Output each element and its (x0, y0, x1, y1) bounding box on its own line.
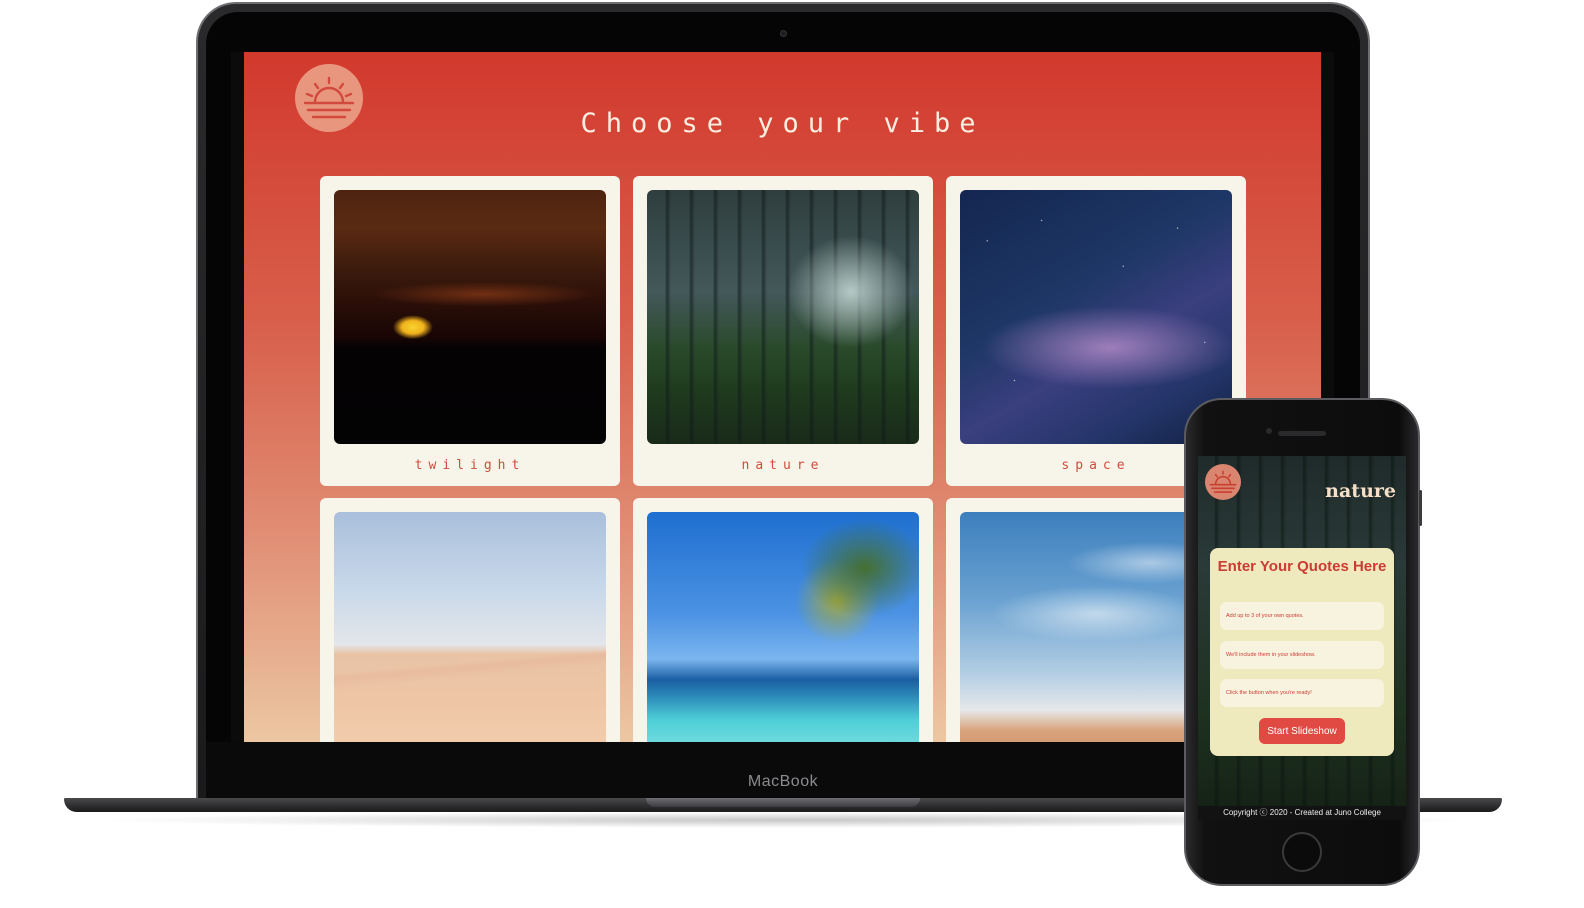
laptop-notch (646, 798, 920, 807)
laptop-camera (780, 30, 787, 37)
phone-side-button (1419, 490, 1422, 526)
beach-photo (647, 512, 919, 742)
quote-form: Enter Your Quotes Here Start Slideshow (1210, 548, 1394, 756)
start-slideshow-button[interactable]: Start Slideshow (1259, 718, 1345, 744)
vibe-card-desert[interactable] (320, 498, 620, 742)
phone-speaker (1278, 431, 1326, 436)
phone-camera (1266, 428, 1272, 434)
vibe-label: twilight (414, 458, 526, 473)
phone-home-button (1282, 832, 1322, 872)
mobile-vibe-title: nature (1325, 480, 1396, 502)
quote-input-2[interactable] (1220, 641, 1384, 669)
sunset-logo-icon[interactable] (1205, 464, 1241, 500)
desktop-screen: Choose your vibe twilight nature space (244, 52, 1321, 742)
vibe-card-nature[interactable]: nature (633, 176, 933, 486)
vibe-label: nature (741, 458, 825, 473)
vibe-card-twilight[interactable]: twilight (320, 176, 620, 486)
vibe-card-beach[interactable] (633, 498, 933, 742)
mobile-screen: nature Enter Your Quotes Here Start Slid… (1198, 456, 1406, 820)
mobile-footer: Copyright ⓒ 2020 - Created at Juno Colle… (1198, 806, 1406, 820)
twilight-photo (334, 190, 606, 444)
desert-photo (334, 512, 606, 742)
quote-input-1[interactable] (1220, 602, 1384, 630)
page-title: Choose your vibe (580, 108, 985, 139)
nature-photo (647, 190, 919, 444)
space-photo (960, 190, 1232, 444)
laptop-brand-label: MacBook (747, 773, 819, 790)
quote-form-heading: Enter Your Quotes Here (1217, 558, 1387, 575)
quote-input-3[interactable] (1220, 679, 1384, 707)
